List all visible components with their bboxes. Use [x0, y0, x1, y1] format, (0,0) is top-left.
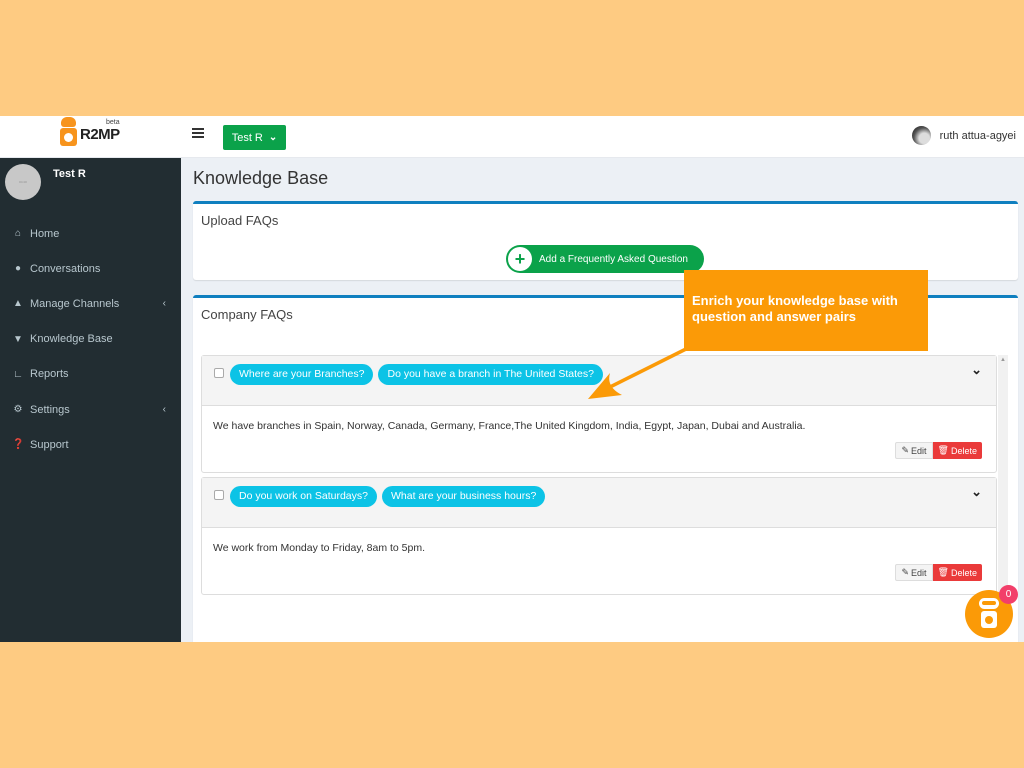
logo[interactable]: R2MP beta [58, 116, 128, 150]
line-chart-icon: ∟ [13, 368, 23, 380]
sidebar-item-knowledge-base[interactable]: ▼ Knowledge Base [0, 322, 181, 357]
brand-tag: beta [106, 119, 120, 126]
sidebar: 90x90 Test R ⌂ Home ● Conversations ▲ Ma… [0, 158, 181, 642]
faq-select-checkbox[interactable] [214, 368, 224, 378]
user-menu[interactable]: ruth attua-agyei [911, 126, 1016, 145]
sidebar-menu: ⌂ Home ● Conversations ▲ Manage Channels… [0, 216, 181, 462]
faq-header[interactable]: Do you work on Saturdays? What are your … [202, 478, 996, 528]
chevron-left-icon: ‹ [162, 298, 166, 310]
company-faqs-title: Company FAQs [201, 307, 293, 322]
question-pill[interactable]: Where are your Branches? [230, 364, 374, 385]
faq-item: Do you work on Saturdays? What are your … [201, 477, 997, 595]
scroll-up-arrow-icon[interactable]: ▲ [1000, 357, 1006, 363]
profile-avatar: 90x90 [5, 164, 41, 200]
faq-list-scrollbar[interactable]: ▲ [998, 355, 1008, 600]
brand-name: R2MP [80, 126, 120, 143]
question-pill[interactable]: What are your business hours? [381, 486, 546, 507]
edit-button[interactable]: ✎ Edit [895, 442, 933, 459]
edit-button[interactable]: ✎ Edit [895, 564, 933, 581]
add-faq-button[interactable]: + Add a Frequently Asked Question [506, 245, 704, 273]
sidebar-item-label: Knowledge Base [30, 333, 113, 346]
sidebar-item-conversations[interactable]: ● Conversations [0, 251, 181, 286]
app-window: R2MP beta Test R ⌄ ruth attua-agyei 90x9… [0, 116, 1024, 642]
sidebar-item-reports[interactable]: ∟ Reports [0, 357, 181, 392]
chevron-down-icon[interactable]: ⌄ [971, 484, 982, 500]
sidebar-item-settings[interactable]: ⚙ Settings ‹ [0, 392, 181, 427]
faq-body: We work from Monday to Friday, 8am to 5p… [202, 528, 996, 594]
faq-answer: We work from Monday to Friday, 8am to 5p… [213, 542, 426, 554]
sidebar-item-support[interactable]: ❓ Support [0, 427, 181, 462]
trash-icon: 🗑 [937, 445, 949, 455]
sidebar-item-label: Home [30, 227, 60, 240]
faq-answer: We have branches in Spain, Norway, Canad… [213, 420, 806, 432]
page-title: Knowledge Base [193, 168, 329, 188]
sidebar-item-label: Manage Channels [30, 297, 120, 310]
robot-icon [979, 598, 999, 609]
trash-icon: 🗑 [937, 567, 949, 577]
team-selector-label: Test R [231, 131, 263, 144]
edit-icon: ✎ [901, 567, 910, 577]
chevron-left-icon: ‹ [162, 404, 166, 416]
cogs-icon: ⚙ [13, 404, 23, 416]
top-navbar: R2MP beta Test R ⌄ ruth attua-agyei [0, 116, 1024, 158]
chevron-down-icon: ⌄ [268, 132, 278, 143]
delete-button[interactable]: 🗑 Delete [932, 564, 982, 581]
sidebar-item-label: Settings [30, 403, 70, 416]
upload-faqs-box: Upload FAQs + Add a Frequently Asked Que… [193, 201, 1018, 280]
question-pill[interactable]: Do you have a branch in The United State… [378, 364, 603, 385]
question-pill[interactable]: Do you work on Saturdays? [230, 486, 377, 507]
robot-logo-icon [61, 117, 76, 127]
edit-icon: ✎ [901, 445, 910, 455]
comments-icon: ● [14, 263, 22, 275]
user-avatar [911, 126, 931, 145]
delete-button[interactable]: 🗑 Delete [932, 442, 982, 459]
graduation-cap-icon: ▼ [13, 333, 23, 345]
profile-name: Test R [53, 168, 86, 180]
onboarding-tooltip: Enrich your knowledge base with question… [684, 270, 928, 351]
sidebar-item-label: Reports [30, 368, 69, 381]
sidebar-toggle-icon[interactable] [192, 128, 204, 140]
chevron-down-icon[interactable]: ⌄ [971, 362, 982, 378]
add-faq-label: Add a Frequently Asked Question [539, 253, 688, 265]
question-circle-icon: ❓ [12, 439, 25, 451]
plus-icon: + [508, 247, 532, 271]
binoculars-icon: ▲ [13, 298, 23, 310]
upload-faqs-title: Upload FAQs [201, 213, 279, 228]
sidebar-item-label: Conversations [30, 262, 101, 275]
faq-select-checkbox[interactable] [214, 490, 224, 500]
notification-badge: 0 [999, 585, 1018, 604]
home-icon: ⌂ [14, 228, 22, 240]
sidebar-item-home[interactable]: ⌂ Home [0, 216, 181, 251]
team-selector-button[interactable]: Test R ⌄ [223, 125, 286, 150]
sidebar-item-label: Support [30, 438, 69, 451]
sidebar-item-manage-channels[interactable]: ▲ Manage Channels ‹ [0, 286, 181, 321]
faq-body: We have branches in Spain, Norway, Canad… [202, 406, 996, 472]
tooltip-arrow-icon [588, 347, 687, 399]
user-name: ruth attua-agyei [939, 129, 1016, 142]
